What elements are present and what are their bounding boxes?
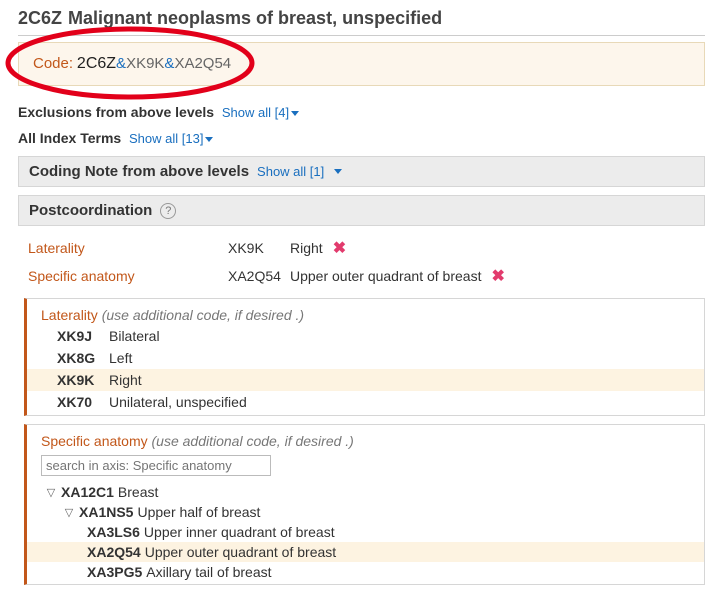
remove-icon[interactable]: ✖ bbox=[333, 238, 346, 258]
postcoordination-label: Postcoordination bbox=[29, 202, 152, 219]
tree-term: Upper outer quadrant of breast bbox=[145, 544, 336, 560]
axis-hint: (use additional code, if desired .) bbox=[152, 433, 354, 449]
postcoord-code: XK9K bbox=[228, 240, 290, 256]
exclusions-section: Exclusions from above levels Show all [4… bbox=[18, 104, 705, 120]
tree-toggle-icon[interactable]: ▽ bbox=[63, 506, 75, 519]
tree-leaf[interactable]: XA3LS6 Upper inner quadrant of breast bbox=[27, 522, 704, 542]
coding-note-label: Coding Note from above levels bbox=[29, 163, 249, 180]
remove-icon[interactable]: ✖ bbox=[491, 266, 504, 286]
option-term: Right bbox=[109, 372, 142, 388]
tree-leaf-selected[interactable]: XA2Q54 Upper outer quadrant of breast bbox=[27, 542, 704, 562]
code-box: Code: 2C6Z&XK9K&XA2Q54 bbox=[18, 42, 705, 86]
index-terms-section: All Index Terms Show all [13] bbox=[18, 130, 705, 146]
laterality-option[interactable]: XK8G Left bbox=[27, 347, 704, 369]
postcoord-row-laterality: Laterality XK9K Right ✖ bbox=[18, 234, 705, 262]
postcoordination-bar: Postcoordination ? bbox=[18, 195, 705, 226]
option-code: XK9K bbox=[57, 372, 103, 388]
code-amp2: & bbox=[164, 55, 174, 72]
axis-name: Laterality bbox=[41, 307, 98, 323]
caret-down-icon bbox=[291, 111, 299, 116]
tree-node[interactable]: ▽ XA12C1 Breast bbox=[27, 482, 704, 502]
title-code: 2C6Z bbox=[18, 8, 62, 29]
axis-name: Specific anatomy bbox=[41, 433, 148, 449]
index-terms-show-link[interactable]: Show all [13] bbox=[129, 131, 203, 146]
tree-term: Axillary tail of breast bbox=[146, 564, 271, 580]
laterality-axis-block: Laterality (use additional code, if desi… bbox=[24, 298, 705, 416]
option-code: XK9J bbox=[57, 328, 103, 344]
axis-header: Laterality (use additional code, if desi… bbox=[27, 305, 704, 325]
axis-hint: (use additional code, if desired .) bbox=[102, 307, 304, 323]
postcoord-axis-label: Specific anatomy bbox=[28, 268, 228, 284]
coding-note-show-link[interactable]: Show all [1] bbox=[257, 164, 324, 179]
laterality-option-selected[interactable]: XK9K Right bbox=[27, 369, 704, 391]
postcoord-code: XA2Q54 bbox=[228, 268, 290, 284]
option-term: Bilateral bbox=[109, 328, 160, 344]
exclusions-label: Exclusions from above levels bbox=[18, 104, 214, 120]
postcoord-row-anatomy: Specific anatomy XA2Q54 Upper outer quad… bbox=[18, 262, 705, 290]
tree-code: XA3PG5 bbox=[87, 564, 142, 580]
postcoord-term: Upper outer quadrant of breast bbox=[290, 268, 481, 284]
divider bbox=[18, 35, 705, 36]
postcoord-axis-label: Laterality bbox=[28, 240, 228, 256]
caret-down-icon bbox=[334, 169, 342, 174]
tree-term: Upper inner quadrant of breast bbox=[144, 524, 335, 540]
page-title-row: 2C6Z Malignant neoplasms of breast, unsp… bbox=[18, 8, 705, 35]
tree-code: XA12C1 bbox=[61, 484, 114, 500]
index-terms-label: All Index Terms bbox=[18, 130, 121, 146]
tree-code: XA3LS6 bbox=[87, 524, 140, 540]
help-icon[interactable]: ? bbox=[160, 203, 176, 219]
postcoord-term: Right bbox=[290, 240, 323, 256]
tree-code: XA1NS5 bbox=[79, 504, 133, 520]
code-post1: XK9K bbox=[126, 55, 164, 72]
axis-header: Specific anatomy (use additional code, i… bbox=[27, 431, 704, 451]
option-term: Unilateral, unspecified bbox=[109, 394, 247, 410]
tree-leaf[interactable]: XA3PG5 Axillary tail of breast bbox=[27, 562, 704, 582]
tree-term: Upper half of breast bbox=[137, 504, 260, 520]
coding-note-bar: Coding Note from above levels Show all [… bbox=[18, 156, 705, 187]
code-main-value: 2C6Z bbox=[77, 55, 116, 72]
tree-code: XA2Q54 bbox=[87, 544, 141, 560]
tree-toggle-icon[interactable]: ▽ bbox=[45, 486, 57, 499]
anatomy-axis-block: Specific anatomy (use additional code, i… bbox=[24, 424, 705, 585]
code-amp1: & bbox=[116, 55, 126, 72]
tree-node[interactable]: ▽ XA1NS5 Upper half of breast bbox=[27, 502, 704, 522]
laterality-option[interactable]: XK70 Unilateral, unspecified bbox=[27, 391, 704, 413]
laterality-option[interactable]: XK9J Bilateral bbox=[27, 325, 704, 347]
code-post2: XA2Q54 bbox=[174, 55, 231, 72]
tree-term: Breast bbox=[118, 484, 158, 500]
exclusions-show-link[interactable]: Show all [4] bbox=[222, 105, 289, 120]
code-label: Code: bbox=[33, 55, 73, 72]
option-term: Left bbox=[109, 350, 132, 366]
option-code: XK8G bbox=[57, 350, 103, 366]
title-text: Malignant neoplasms of breast, unspecifi… bbox=[68, 8, 442, 29]
caret-down-icon bbox=[205, 137, 213, 142]
option-code: XK70 bbox=[57, 394, 103, 410]
anatomy-search-input[interactable] bbox=[41, 455, 271, 476]
